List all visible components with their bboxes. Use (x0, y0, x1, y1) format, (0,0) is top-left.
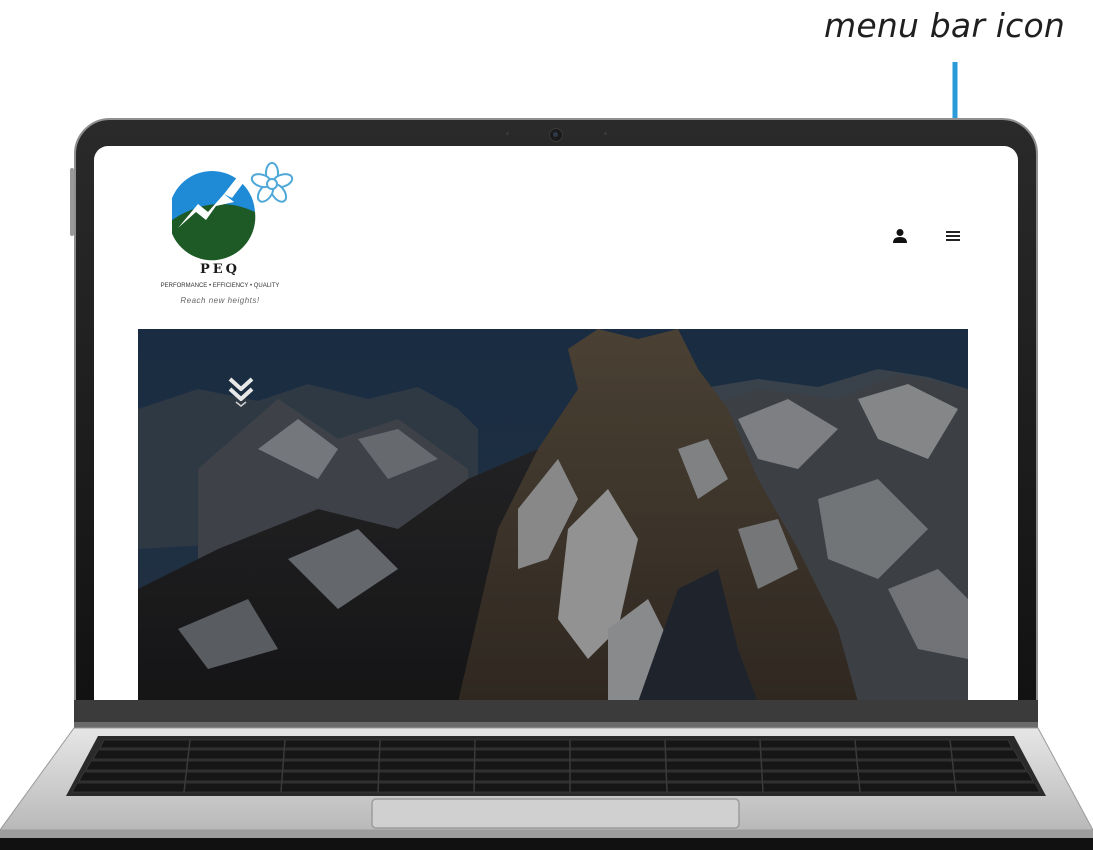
logo-motto: Reach new heights! (180, 296, 260, 305)
sensor-dot (604, 132, 607, 135)
annotation-label: menu bar icon (823, 6, 1065, 45)
webcam-icon (549, 128, 563, 142)
peq-logo[interactable]: PEQ PERFORMANCE • EFFICIENCY • QUALITY R… (142, 162, 298, 312)
laptop-screen: PEQ PERFORMANCE • EFFICIENCY • QUALITY R… (94, 146, 1018, 702)
laptop-base (0, 700, 1093, 850)
logo-tagline: PERFORMANCE • EFFICIENCY • QUALITY (160, 283, 280, 289)
user-icon[interactable] (892, 228, 908, 244)
hamburger-menu-icon[interactable] (946, 229, 960, 243)
hero-mountain-image (138, 329, 968, 702)
mountain-scene (138, 329, 968, 702)
double-chevron-down-icon[interactable] (226, 375, 256, 409)
logo-title: PEQ (199, 262, 240, 277)
sensor-dot (506, 132, 509, 135)
screenshot-stage: menu bar icon PEQ PERFORMANCE • EFFICIEN… (0, 0, 1093, 850)
mountain-logo-icon (172, 162, 294, 261)
